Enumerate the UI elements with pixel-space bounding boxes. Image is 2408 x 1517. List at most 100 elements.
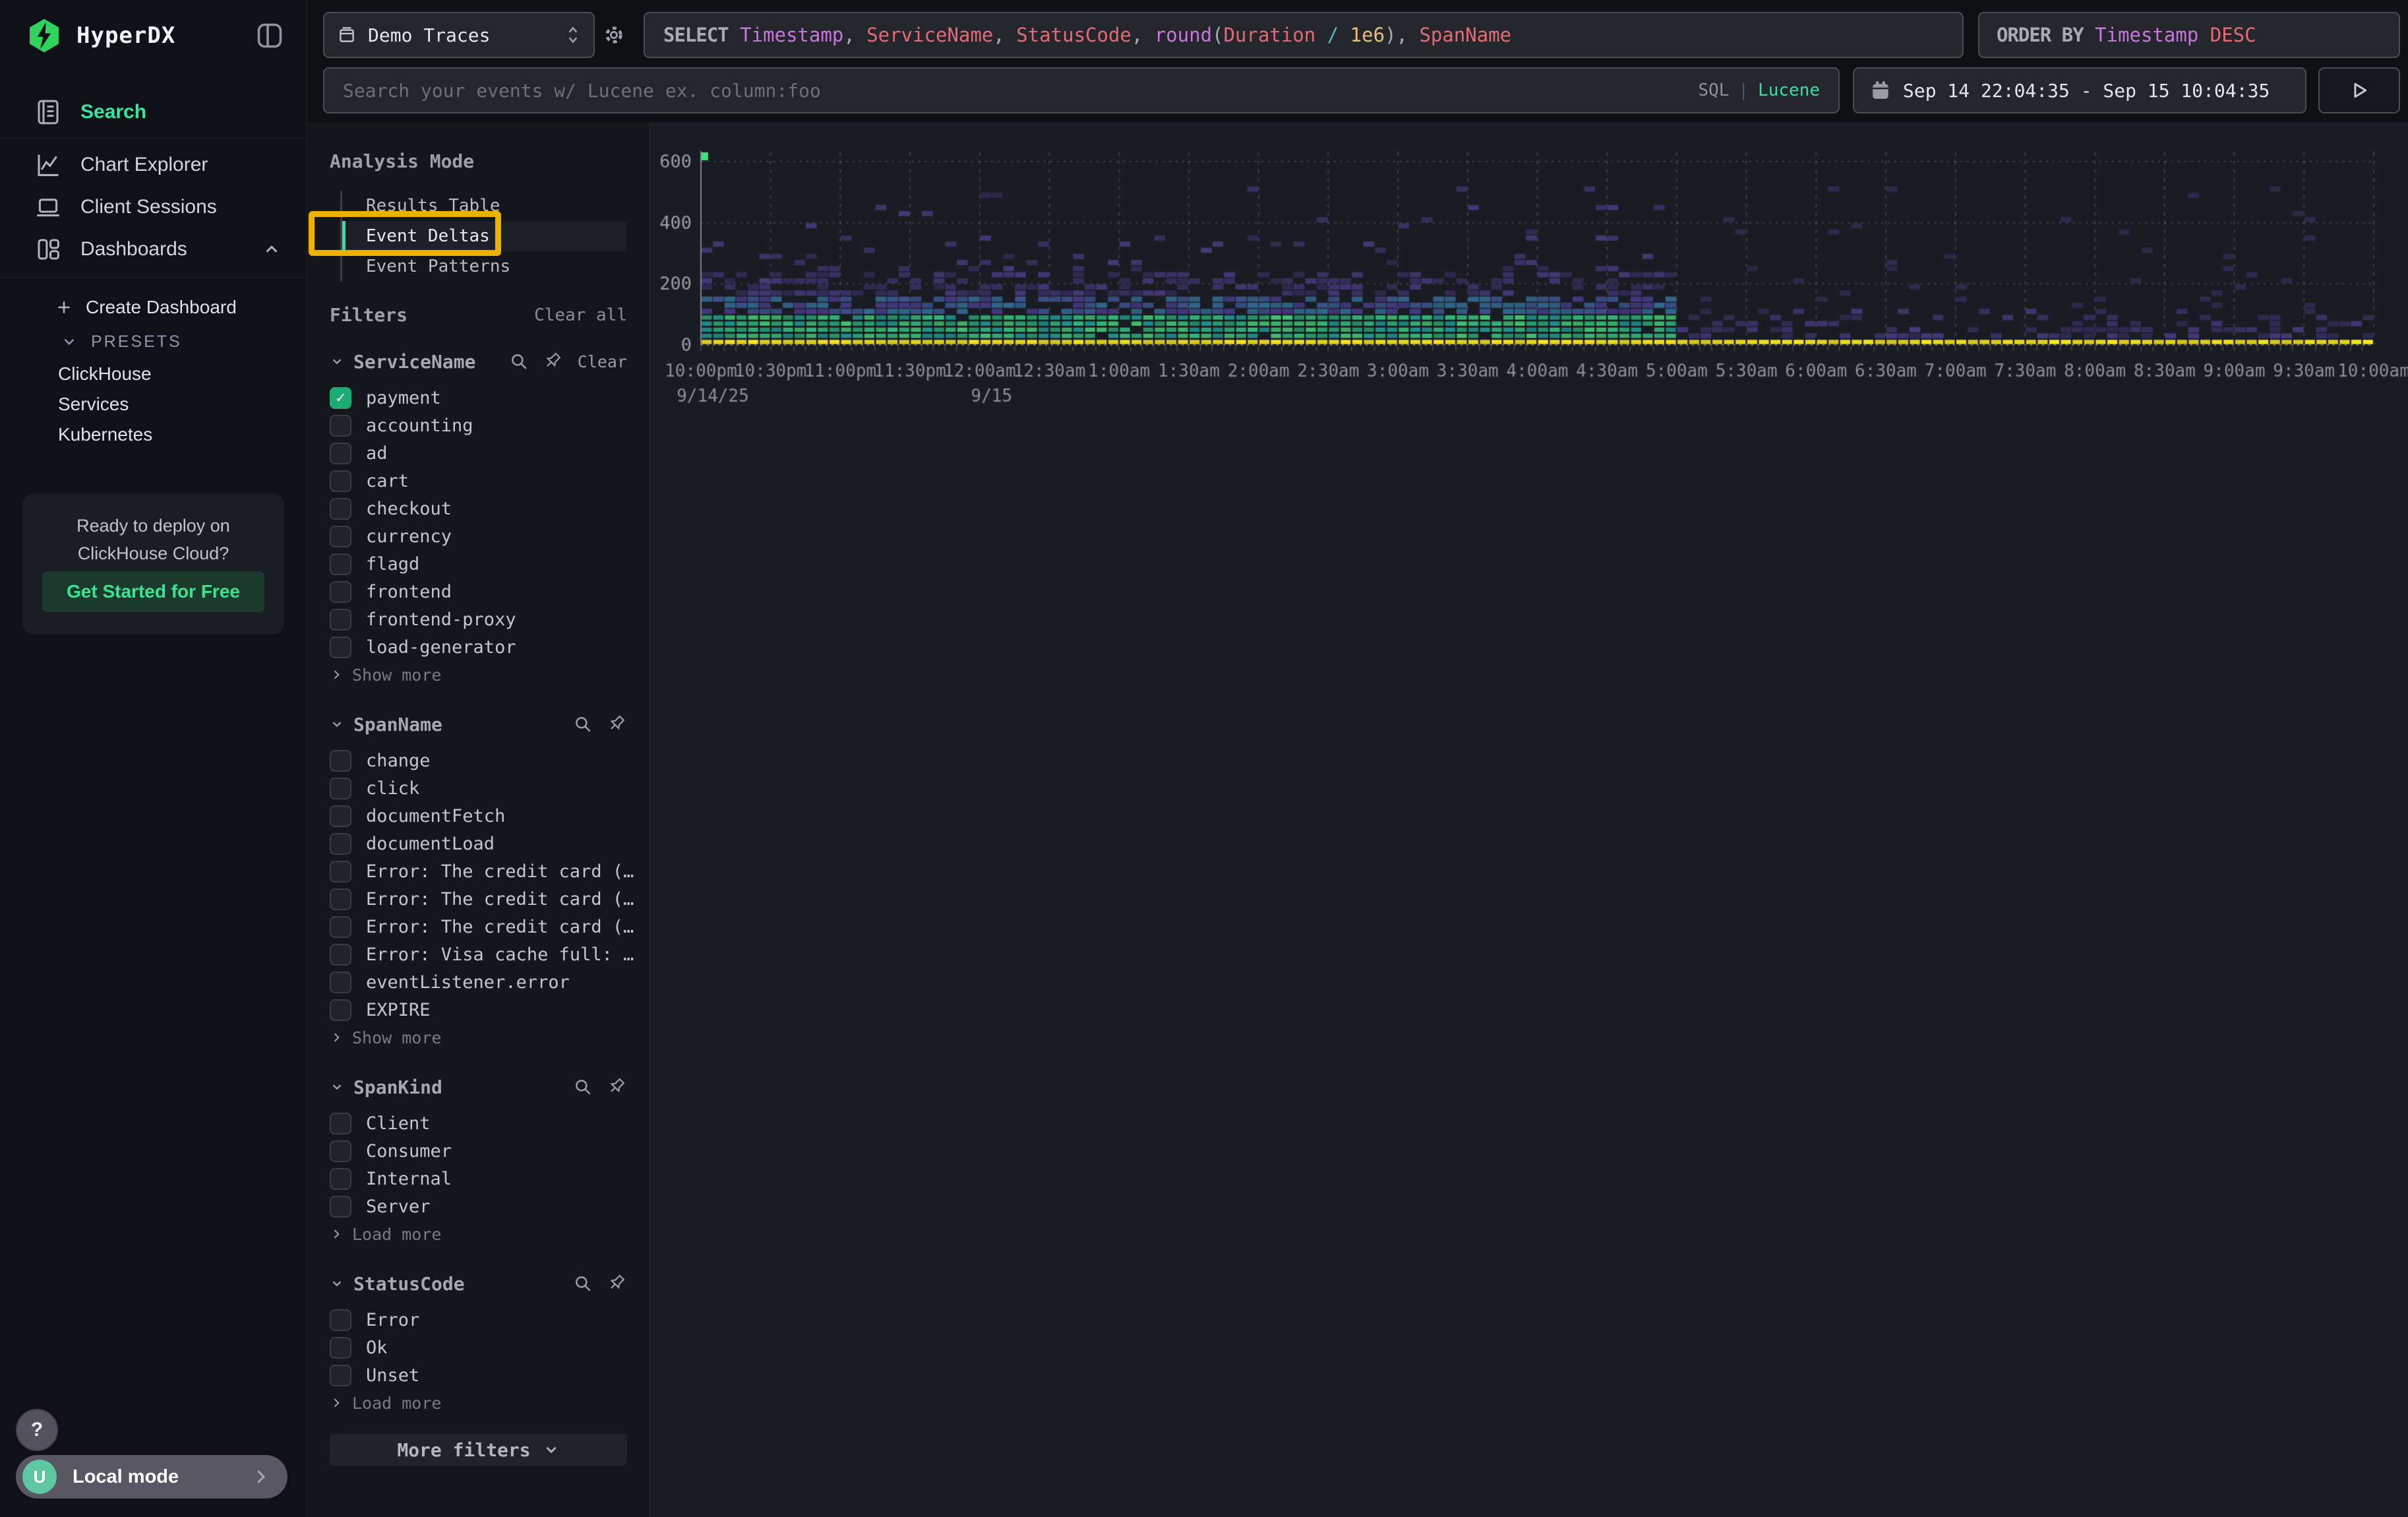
source-select[interactable]: Demo Traces [323,12,595,58]
filter-option[interactable]: Client [330,1109,627,1137]
sidebar-item-clickhouse[interactable]: ClickHouse [0,359,307,389]
create-dashboard-button[interactable]: Create Dashboard [0,290,307,325]
checkbox[interactable] [330,999,351,1021]
checkbox[interactable] [330,1168,351,1190]
filter-option[interactable]: ✓payment [330,384,627,412]
chevron-down-icon[interactable] [330,1276,344,1291]
clear-all-button[interactable]: Clear all [534,305,627,325]
search-input[interactable] [343,80,1698,102]
analysis-mode-option-results-table[interactable]: Results Table [342,191,627,221]
chevron-down-icon[interactable] [330,354,344,369]
more-filters-button[interactable]: More filters [330,1434,627,1466]
show-more-button[interactable]: Load more [330,1220,627,1248]
checkbox[interactable] [330,553,351,575]
presets-group[interactable]: PRESETS [0,325,307,359]
get-started-button[interactable]: Get Started for Free [42,571,264,612]
analysis-mode-option-event-patterns[interactable]: Event Patterns [342,251,627,282]
sidebar-item-client-sessions[interactable]: Client Sessions [0,186,307,228]
lucene-mode-option[interactable]: Lucene [1758,80,1820,100]
checkbox[interactable] [330,526,351,547]
sidebar-item-services[interactable]: Services [0,389,307,419]
search-icon[interactable] [573,1274,593,1293]
checkbox[interactable] [330,1309,351,1331]
filter-option[interactable]: Error: The credit card (… [330,913,627,941]
pin-icon[interactable] [607,1274,627,1293]
filter-option[interactable]: Unset [330,1361,627,1389]
filter-option[interactable]: frontend [330,578,627,605]
filter-option[interactable]: Error: The credit card (… [330,885,627,913]
run-query-button[interactable] [2318,67,2400,113]
filter-option[interactable]: click [330,774,627,802]
checkbox[interactable] [330,609,351,631]
checkbox[interactable] [330,888,351,910]
show-more-button[interactable]: Show more [330,661,627,689]
checkbox[interactable] [330,916,351,938]
pin-icon[interactable] [607,1077,627,1097]
checkbox[interactable] [330,415,351,437]
filter-option[interactable]: accounting [330,412,627,439]
checkbox[interactable] [330,636,351,658]
checkbox[interactable] [330,1113,351,1134]
sidebar-item-search[interactable]: Search [0,86,307,139]
order-by-editor[interactable]: ORDER BY Timestamp DESC [1978,12,2400,58]
checkbox[interactable] [330,581,351,603]
chevron-up-icon[interactable] [262,239,282,259]
clear-filter-button[interactable]: Clear [578,352,627,371]
sql-select-editor[interactable]: SELECT Timestamp, ServiceName, StatusCod… [644,12,1964,58]
help-button[interactable]: ? [16,1409,58,1451]
checkbox[interactable] [330,1365,351,1386]
pin-icon[interactable] [543,352,563,371]
show-more-button[interactable]: Load more [330,1389,627,1417]
filter-option[interactable]: EXPIRE [330,996,627,1024]
user-menu[interactable]: U Local mode [16,1455,287,1499]
filter-option[interactable]: flagd [330,550,627,578]
date-range-picker[interactable]: Sep 14 22:04:35 - Sep 15 10:04:35 [1853,67,2306,113]
filter-option[interactable]: Error [330,1306,627,1334]
filter-option[interactable]: Internal [330,1165,627,1192]
checkbox[interactable] [330,833,351,855]
sidebar-item-chart-explorer[interactable]: Chart Explorer [0,144,307,186]
filter-option[interactable]: Error: Visa cache full: … [330,941,627,968]
filter-option[interactable]: currency [330,522,627,550]
checkbox[interactable] [330,1140,351,1162]
checkbox-checked[interactable]: ✓ [330,387,351,409]
sql-mode-option[interactable]: SQL [1698,80,1729,100]
checkbox[interactable] [330,498,351,520]
checkbox[interactable] [330,972,351,993]
filter-option[interactable]: checkout [330,495,627,522]
filter-option[interactable]: documentLoad [330,830,627,857]
search-icon[interactable] [509,352,529,371]
checkbox[interactable] [330,750,351,772]
filter-option[interactable]: load-generator [330,633,627,661]
checkbox[interactable] [330,1196,351,1218]
checkbox[interactable] [330,470,351,492]
filter-option[interactable]: Consumer [330,1137,627,1165]
checkbox[interactable] [330,1337,351,1359]
search-icon[interactable] [573,1077,593,1097]
filter-option[interactable]: Ok [330,1334,627,1361]
sidebar-collapse-icon[interactable] [254,20,286,51]
filter-option[interactable]: documentFetch [330,802,627,830]
filter-option[interactable]: change [330,747,627,774]
events-heatmap-canvas[interactable] [650,123,2408,439]
show-more-button[interactable]: Show more [330,1024,627,1051]
checkbox[interactable] [330,805,351,827]
checkbox[interactable] [330,861,351,882]
filter-option[interactable]: frontend-proxy [330,605,627,633]
filter-option[interactable]: Error: The credit card (… [330,857,627,885]
checkbox[interactable] [330,778,351,799]
filter-option[interactable]: eventListener.error [330,968,627,996]
filter-option[interactable]: cart [330,467,627,495]
checkbox[interactable] [330,443,351,464]
gear-icon[interactable] [601,22,626,47]
filter-option[interactable]: Server [330,1192,627,1220]
filter-option[interactable]: ad [330,439,627,467]
sidebar-item-kubernetes[interactable]: Kubernetes [0,419,307,450]
sidebar-item-dashboards[interactable]: Dashboards [0,228,307,270]
checkbox[interactable] [330,944,351,966]
chevron-down-icon[interactable] [330,1080,344,1094]
chevron-down-icon[interactable] [330,717,344,731]
analysis-mode-option-event-deltas[interactable]: Event Deltas [342,221,627,251]
search-icon[interactable] [573,714,593,734]
pin-icon[interactable] [607,714,627,734]
